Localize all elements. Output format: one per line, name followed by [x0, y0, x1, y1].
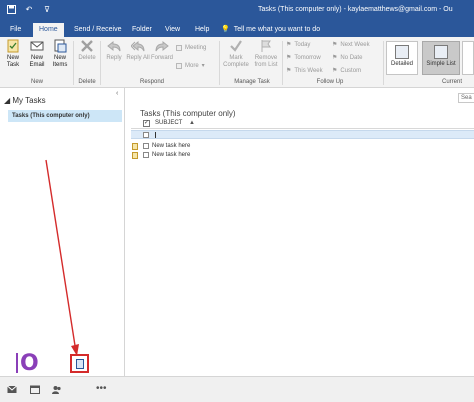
- flag-icon: ⚑: [332, 68, 338, 74]
- followup-no-date[interactable]: ⚑ No Date: [332, 54, 362, 62]
- task-icon: [132, 152, 138, 159]
- tab-file[interactable]: File: [4, 23, 27, 37]
- task-clipboard-icon: [7, 39, 19, 53]
- column-header: ✓ SUBJECT ▲: [131, 119, 474, 129]
- people-icon[interactable]: [52, 385, 62, 394]
- tab-send-receive[interactable]: Send / Receive: [68, 23, 127, 37]
- text-cursor: [155, 132, 156, 138]
- quick-access-toolbar: ↶ ⊽: [6, 4, 52, 14]
- followup-this-week[interactable]: ⚑ This Week: [286, 67, 323, 75]
- reply-icon: [107, 40, 121, 52]
- lightbulb-icon: 💡: [221, 26, 230, 33]
- tasks-clipboard-icon: [76, 359, 84, 369]
- folder-item-tasks[interactable]: Tasks (This computer only): [8, 110, 122, 122]
- tab-help[interactable]: Help: [189, 23, 215, 37]
- flag-remove-icon: [261, 40, 271, 52]
- task-list-pane: Sea Tasks (This computer only) ✓ SUBJECT…: [126, 88, 474, 376]
- folder-pane: ‹ ◢ My Tasks Tasks (This computer only): [0, 88, 125, 376]
- meeting-button[interactable]: Meeting: [176, 45, 206, 51]
- task-icon: [132, 143, 138, 150]
- flag-icon: ⚑: [286, 68, 292, 74]
- undo-icon[interactable]: ↶: [24, 4, 34, 14]
- reply-button[interactable]: Reply: [102, 39, 126, 62]
- tab-view[interactable]: View: [159, 23, 186, 37]
- watermark-logo: O: [14, 350, 39, 376]
- view-more-button[interactable]: [462, 41, 474, 75]
- group-separator: [219, 41, 220, 85]
- window-title: Tasks (This computer only) - kaylaematth…: [258, 6, 453, 13]
- collapse-pane-icon[interactable]: ‹: [116, 90, 118, 97]
- group-separator: [100, 41, 101, 85]
- task-checkbox[interactable]: [143, 152, 149, 158]
- followup-tomorrow[interactable]: ⚑ Tomorrow: [286, 54, 321, 62]
- followup-custom[interactable]: ⚑ Custom: [332, 67, 361, 75]
- task-checkbox[interactable]: [143, 143, 149, 149]
- flag-icon: ⚑: [286, 55, 292, 61]
- flag-icon: ⚑: [332, 55, 338, 61]
- customize-toolbar-icon[interactable]: ⊽: [42, 4, 52, 14]
- new-task-button[interactable]: New Task: [1, 39, 25, 69]
- delete-button[interactable]: Delete: [75, 39, 99, 62]
- bottom-navigation-bar: •••: [0, 376, 474, 402]
- new-email-button[interactable]: New Email: [25, 39, 49, 69]
- list-title: Tasks (This computer only): [140, 109, 236, 118]
- group-delete-label: Delete: [78, 79, 96, 85]
- new-items-icon: [54, 39, 67, 53]
- followup-today[interactable]: ⚑ Today: [286, 41, 310, 49]
- group-manage-task-label: Manage Task: [234, 79, 270, 85]
- envelope-icon: [30, 41, 44, 51]
- sort-ascending-icon: ▲: [189, 120, 195, 126]
- meeting-icon: [176, 45, 182, 51]
- mail-icon[interactable]: [7, 385, 17, 394]
- view-simple-list-button[interactable]: Simple List: [422, 41, 460, 75]
- new-items-button[interactable]: New Items: [48, 39, 72, 69]
- task-row[interactable]: New task here: [131, 152, 331, 160]
- more-icon: [176, 62, 182, 69]
- simple-list-icon: [434, 45, 448, 59]
- flag-icon: ⚑: [286, 42, 292, 48]
- logo-bar: [16, 353, 18, 373]
- chevron-down-icon: ▾: [201, 63, 205, 69]
- my-tasks-header[interactable]: ◢ My Tasks: [4, 96, 46, 105]
- group-separator: [282, 41, 283, 85]
- reply-all-button[interactable]: Reply All: [126, 39, 150, 62]
- group-separator: [73, 41, 74, 85]
- flag-icon: ⚑: [332, 42, 338, 48]
- more-respond-button[interactable]: More ▾: [176, 62, 205, 69]
- delete-x-icon: [81, 40, 93, 52]
- reply-all-icon: [131, 40, 145, 52]
- ribbon: New Task New Email New Items New Delete …: [0, 37, 474, 88]
- tasks-nav-button[interactable]: [70, 354, 89, 373]
- ribbon-tabs: File Home Send / Receive Folder View Hel…: [0, 20, 474, 37]
- group-follow-up-label: Follow Up: [316, 79, 344, 85]
- logo-o-glyph: O: [20, 350, 39, 376]
- title-bar: ↶ ⊽ Tasks (This computer only) - kaylaem…: [0, 0, 474, 20]
- forward-icon: [155, 40, 169, 52]
- group-separator: [383, 41, 384, 85]
- detailed-view-icon: [395, 45, 409, 59]
- group-new-label: New: [30, 79, 43, 85]
- tell-me-search[interactable]: 💡 Tell me what you want to do: [221, 23, 320, 37]
- checkbox[interactable]: [143, 132, 149, 138]
- mark-complete-button[interactable]: Mark Complete: [221, 39, 251, 69]
- task-subject: New task here: [152, 152, 191, 158]
- save-icon[interactable]: [6, 4, 16, 14]
- new-task-input-row[interactable]: [131, 130, 474, 139]
- more-apps-icon[interactable]: •••: [96, 384, 110, 394]
- followup-next-week[interactable]: ⚑ Next Week: [332, 41, 370, 49]
- search-input[interactable]: Sea: [458, 93, 474, 103]
- checkmark-icon: [230, 40, 242, 52]
- view-detailed-button[interactable]: Detailed: [386, 41, 418, 75]
- calendar-icon[interactable]: [30, 385, 40, 394]
- tab-folder[interactable]: Folder: [126, 23, 158, 37]
- remove-from-list-button[interactable]: Remove from List: [252, 39, 280, 69]
- complete-column-icon[interactable]: ✓: [143, 120, 150, 127]
- subject-column-header[interactable]: SUBJECT: [155, 120, 182, 126]
- forward-button[interactable]: Forward: [150, 39, 174, 62]
- group-current-view-label: Current: [441, 79, 462, 85]
- tab-home[interactable]: Home: [33, 23, 64, 37]
- group-respond-label: Respond: [139, 79, 165, 85]
- task-subject: New task here: [152, 143, 191, 149]
- task-row[interactable]: New task here: [131, 143, 331, 151]
